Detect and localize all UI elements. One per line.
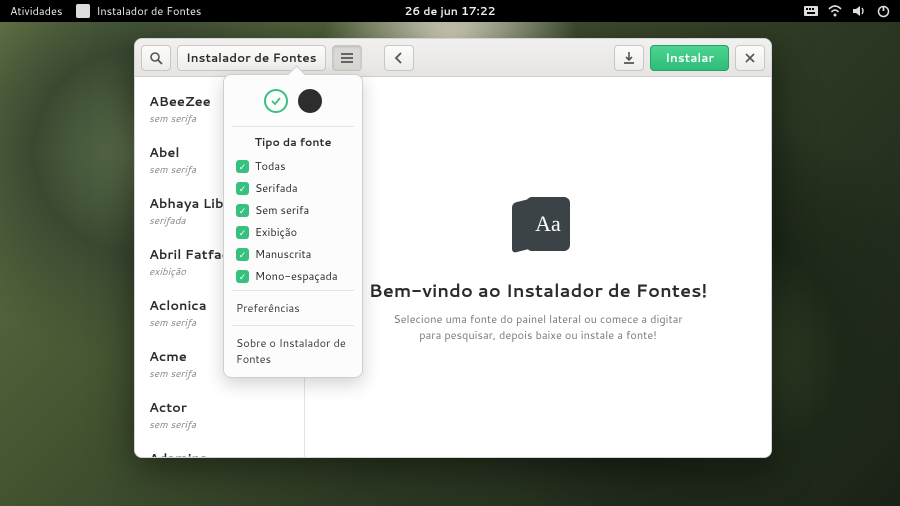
filter-checkbox-row[interactable]: ✓ Sem serifa: [224, 199, 362, 221]
welcome-subtitle: Selecione uma fonte do painel lateral ou…: [388, 311, 688, 344]
filter-checkbox-row[interactable]: ✓ Todas: [224, 155, 362, 177]
install-button[interactable]: Instalar: [650, 45, 729, 71]
hamburger-menu-button[interactable]: [332, 45, 362, 71]
preferences-item[interactable]: Preferências: [224, 294, 362, 322]
filter-label: Todas: [255, 158, 286, 174]
font-list-item[interactable]: Adaminaserifada: [135, 442, 304, 457]
window-title: Instalador de Fontes: [177, 45, 326, 71]
font-name: Adamina: [149, 450, 290, 457]
header-bar: Instalador de Fontes Instalar: [135, 39, 771, 77]
about-item[interactable]: Sobre o Instalador de Fontes: [224, 329, 362, 373]
theme-dark-swatch[interactable]: [298, 89, 322, 113]
back-button[interactable]: [384, 45, 414, 71]
download-icon: [623, 51, 635, 65]
filter-checkbox-row[interactable]: ✓ Manuscrita: [224, 243, 362, 265]
clock[interactable]: 26 de jun 17:22: [405, 3, 496, 19]
window-close-button[interactable]: [735, 45, 765, 71]
search-button[interactable]: [141, 45, 171, 71]
app-indicator-label[interactable]: Instalador de Fontes: [96, 3, 201, 19]
hamburger-icon: [340, 52, 354, 64]
activities-button[interactable]: Atividades: [10, 3, 62, 19]
hamburger-popover: Tipo da fonte ✓ Todas ✓ Serifada ✓ Sem serifa…: [223, 74, 363, 378]
search-icon: [149, 51, 163, 65]
checkbox-checked-icon: ✓: [236, 270, 249, 283]
filter-label: Mono-espaçada: [255, 268, 338, 284]
font-list-item[interactable]: Actorsem serifa: [135, 391, 304, 442]
app-logo-icon: Aa: [504, 191, 572, 259]
chevron-left-icon: [394, 52, 404, 64]
filter-checkbox-row[interactable]: ✓ Serifada: [224, 177, 362, 199]
download-button[interactable]: [614, 45, 644, 71]
volume-icon[interactable]: [852, 4, 866, 18]
desktop-top-bar: Atividades Instalador de Fontes 26 de ju…: [0, 0, 900, 22]
filter-checkbox-row[interactable]: ✓ Exibição: [224, 221, 362, 243]
welcome-title: Bem-vindo ao Instalador de Fontes!: [369, 277, 708, 303]
checkbox-checked-icon: ✓: [236, 204, 249, 217]
font-category: sem serifa: [149, 418, 290, 432]
app-indicator-icon: [76, 4, 90, 18]
filter-label: Exibição: [255, 224, 297, 240]
font-name: Actor: [149, 399, 290, 417]
close-icon: [745, 53, 755, 63]
checkbox-checked-icon: ✓: [236, 182, 249, 195]
checkbox-checked-icon: ✓: [236, 226, 249, 239]
network-icon[interactable]: [828, 4, 842, 18]
power-icon[interactable]: [876, 4, 890, 18]
filter-checkbox-row[interactable]: ✓ Mono-espaçada: [224, 265, 362, 287]
check-icon: [271, 96, 281, 106]
theme-light-swatch[interactable]: [264, 89, 288, 113]
welcome-pane: Aa Bem-vindo ao Instalador de Fontes! Se…: [305, 77, 771, 457]
filter-label: Serifada: [255, 180, 298, 196]
checkbox-checked-icon: ✓: [236, 160, 249, 173]
keyboard-layout-icon[interactable]: [804, 4, 818, 18]
checkbox-checked-icon: ✓: [236, 248, 249, 261]
filter-label: Sem serifa: [255, 202, 309, 218]
filter-heading: Tipo da fonte: [224, 130, 362, 155]
filter-label: Manuscrita: [255, 246, 311, 262]
